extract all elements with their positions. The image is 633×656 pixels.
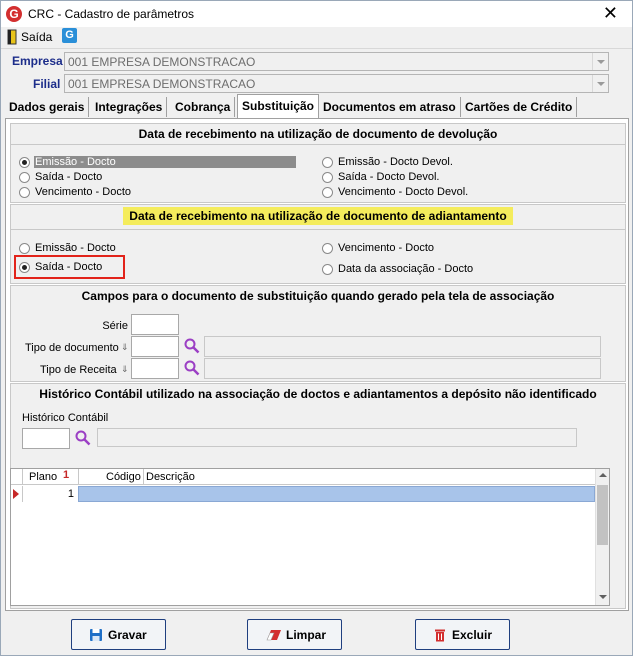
radio-circle	[322, 172, 333, 183]
filial-select[interactable]: 001 EMPRESA DEMONSTRACAO	[64, 74, 609, 93]
selected-cells	[78, 486, 595, 502]
chevron-down-icon[interactable]	[592, 53, 608, 70]
app-logo-icon: G	[6, 6, 22, 22]
empresa-select[interactable]: 001 EMPRESA DEMONSTRACAO	[64, 52, 609, 71]
clear-label: Limpar	[286, 628, 327, 642]
tab-dados-gerais[interactable]: Dados gerais	[5, 97, 90, 117]
column-header-codigo[interactable]: Código	[106, 471, 141, 483]
save-label: Gravar	[108, 628, 147, 642]
group-adiantamento-title: Data de recebimento na utilização de doc…	[11, 207, 625, 225]
close-icon[interactable]: ✕	[603, 3, 618, 23]
radio-circle	[19, 243, 30, 254]
tipo-documento-description	[204, 336, 601, 357]
empresa-value: 001 EMPRESA DEMONSTRACAO	[68, 55, 256, 69]
trash-icon	[435, 629, 445, 642]
group-devolucao: Data de recebimento na utilização de doc…	[10, 123, 626, 203]
filial-value: 001 EMPRESA DEMONSTRACAO	[68, 77, 256, 91]
eraser-icon	[266, 630, 281, 641]
save-button[interactable]: Gravar	[71, 619, 166, 650]
sort-badge: 1	[63, 469, 70, 481]
window-title: CRC - Cadastro de parâmetros	[28, 7, 195, 21]
column-header-descricao[interactable]: Descrição	[146, 471, 195, 483]
serie-label: Série	[102, 320, 128, 332]
scroll-down-icon[interactable]	[599, 595, 607, 599]
divider	[78, 469, 79, 485]
radio-circle	[19, 262, 30, 273]
empresa-label: Empresa	[12, 54, 63, 68]
cell-plano: 1	[67, 488, 74, 500]
group-substituicao-campos: Campos para o documento de substituição …	[10, 285, 626, 382]
radio-circle	[322, 243, 333, 254]
serie-input[interactable]	[131, 314, 179, 335]
group-substituicao-title: Campos para o documento de substituição …	[81, 289, 555, 303]
tab-integracoes[interactable]: Integrações	[91, 97, 168, 117]
scroll-up-icon[interactable]	[599, 473, 607, 477]
plano-grid: Plano 1 Código Descrição 1	[10, 468, 610, 606]
historico-contabil-label: Histórico Contábil	[22, 412, 109, 424]
chevron-down-icon[interactable]	[592, 75, 608, 92]
delete-button[interactable]: Excluir	[415, 619, 510, 650]
group-adiantamento: Data de recebimento na utilização de doc…	[10, 204, 626, 284]
clear-button[interactable]: Limpar	[247, 619, 342, 650]
radio-circle	[322, 264, 333, 275]
tab-panel-substituicao: Data de recebimento na utilização de doc…	[5, 118, 629, 611]
floppy-disk-icon	[90, 629, 102, 641]
main-window: G CRC - Cadastro de parâmetros ✕ Saída G…	[0, 0, 633, 656]
group-historico-title: Histórico Contábil utilizado na associaç…	[39, 387, 597, 401]
column-header-plano[interactable]: Plano	[29, 471, 57, 483]
radio-label: Vencimento - Docto Devol.	[338, 186, 469, 198]
divider	[11, 144, 625, 145]
tipo-receita-description	[204, 358, 601, 379]
tab-substituicao[interactable]: Substituição	[237, 94, 320, 118]
title-bar: G CRC - Cadastro de parâmetros ✕	[1, 1, 632, 27]
group-adiantamento-title-text: Data de recebimento na utilização de doc…	[123, 207, 513, 225]
filial-label: Filial	[33, 77, 61, 91]
historico-contabil-input[interactable]	[22, 428, 70, 449]
tipo-receita-label: Tipo de Receita	[40, 364, 117, 376]
delete-label: Excluir	[452, 628, 493, 642]
current-row-arrow-icon	[13, 489, 19, 499]
search-icon[interactable]	[184, 360, 200, 376]
radio-label: Emissão - Docto Devol.	[338, 156, 453, 168]
radio-label: Emissão - Docto	[34, 156, 296, 168]
radio-label: Data da associação - Docto	[338, 263, 474, 275]
radio-label: Saída - Docto	[35, 261, 103, 273]
row-indicator	[11, 486, 23, 502]
app-shortcut-icon[interactable]: G	[62, 28, 77, 43]
exit-label: Saída	[21, 30, 53, 44]
tipo-documento-label: Tipo de documento	[25, 342, 119, 354]
divider	[143, 469, 144, 485]
radio-label: Saída - Docto	[35, 171, 103, 183]
divider	[11, 229, 625, 230]
scroll-thumb[interactable]	[597, 485, 608, 545]
vertical-scrollbar[interactable]	[595, 469, 609, 605]
historico-contabil-description	[97, 428, 577, 447]
tab-cobranca[interactable]: Cobrança	[171, 97, 236, 117]
table-row[interactable]: 1	[11, 486, 595, 502]
exit-button[interactable]: Saída	[5, 28, 53, 46]
radio-circle	[322, 157, 333, 168]
radio-circle	[19, 157, 30, 168]
grid-header: Plano 1 Código Descrição	[11, 469, 595, 485]
radio-circle	[322, 187, 333, 198]
group-devolucao-title: Data de recebimento na utilização de doc…	[138, 127, 498, 141]
toolbar-divider	[1, 48, 632, 49]
search-icon[interactable]	[75, 430, 91, 446]
tipo-receita-input[interactable]	[131, 358, 179, 379]
radio-label: Vencimento - Docto	[35, 186, 131, 198]
radio-label: Vencimento - Docto	[338, 242, 434, 254]
radio-circle	[19, 187, 30, 198]
tipo-documento-input[interactable]	[131, 336, 179, 357]
tab-documentos-em-atraso[interactable]: Documentos em atraso	[319, 97, 461, 117]
required-arrow-icon: ⇓	[121, 342, 129, 352]
exit-door-icon	[7, 29, 17, 45]
radio-label: Saída - Docto Devol.	[338, 171, 440, 183]
radio-label: Emissão - Docto	[35, 242, 116, 254]
row-indicator-header	[11, 469, 23, 485]
radio-circle	[19, 172, 30, 183]
search-icon[interactable]	[184, 338, 200, 354]
tab-cartoes-de-credito[interactable]: Cartões de Crédito	[461, 97, 578, 117]
required-arrow-icon: ⇓	[121, 364, 129, 374]
